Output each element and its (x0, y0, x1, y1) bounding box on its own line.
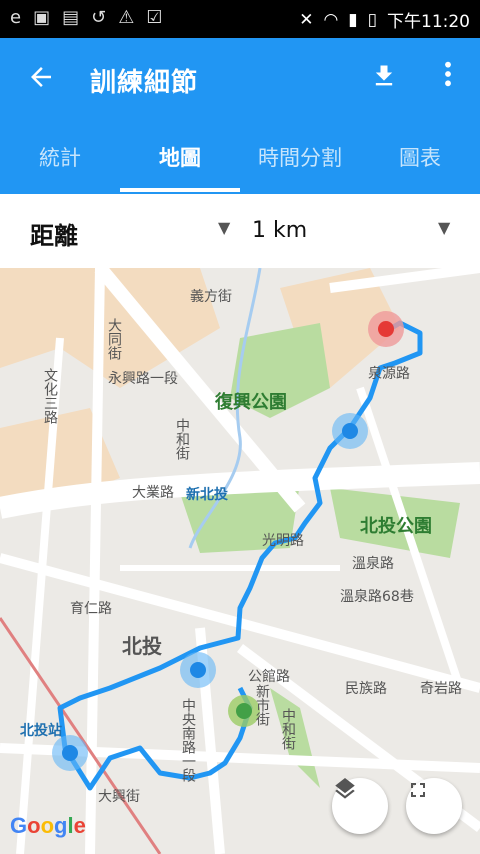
tab-splits[interactable]: 時間分割 (240, 136, 360, 194)
station-label: 新北投 (186, 487, 228, 503)
chevron-down-icon[interactable]: ▼ (438, 218, 450, 237)
mute-icon: ✕ (299, 9, 314, 30)
browser-icon: e (10, 7, 22, 28)
page-title: 訓練細節 (90, 68, 199, 98)
street-label: 永興路一段 (108, 371, 178, 387)
check-icon: ☑ (146, 7, 163, 28)
fullscreen-icon[interactable] (406, 778, 462, 834)
park-label: 復興公園 (215, 392, 287, 413)
street-label: 新市街 (254, 684, 270, 726)
filter-row: 距離 ▼ 1 km ▼ (0, 194, 480, 269)
street-label: 民族路 (345, 681, 387, 697)
clock: 下午11:20 (387, 12, 470, 32)
metric-select[interactable]: 距離 (30, 216, 78, 251)
station-label: 北投站 (20, 723, 62, 739)
signal-icon: ▮ (348, 9, 358, 30)
street-label: 溫泉路 (352, 556, 394, 572)
back-arrow-icon[interactable] (26, 62, 56, 99)
tab-charts[interactable]: 圖表 (360, 136, 480, 194)
map-view[interactable]: 義方街 大同街 文化三路 永興路一段 復興公園 中和街 大業路 新北投 泉源路 … (0, 268, 480, 854)
street-label: 大興街 (98, 789, 140, 805)
battery-icon: ▯ (367, 9, 377, 30)
download-icon[interactable] (370, 62, 398, 97)
wifi-icon: ◠ (323, 9, 339, 30)
google-logo: Google (10, 813, 86, 838)
sync-icon: ↺ (91, 7, 107, 28)
street-label: 泉源路 (368, 366, 410, 382)
chevron-down-icon[interactable]: ▼ (218, 218, 230, 237)
map-canvas (0, 268, 480, 854)
street-label: 中和街 (280, 708, 296, 750)
street-label: 中央南路一段 (180, 698, 196, 782)
district-label: 北投 (122, 634, 162, 658)
street-label: 大同街 (106, 318, 122, 360)
more-vert-icon[interactable] (438, 60, 458, 93)
tab-stats[interactable]: 統計 (0, 136, 120, 194)
street-label: 義方街 (190, 289, 232, 305)
tab-bar: 統計 地圖 時間分割 圖表 (0, 136, 480, 194)
park-label: 北投公園 (360, 516, 432, 537)
street-label: 大業路 (132, 485, 174, 501)
briefcase-icon: ▣ (33, 7, 51, 28)
street-label: 公館路 (248, 669, 290, 685)
street-label: 溫泉路68巷 (340, 589, 414, 605)
street-label: 奇岩路 (420, 681, 462, 697)
warning-icon: ⚠ (118, 7, 135, 28)
status-bar: e ▣ ▤ ↺ ⚠ ☑ ✕ ◠ ▮ ▯ 下午11:20 (0, 0, 480, 38)
layers-icon[interactable] (332, 778, 388, 834)
notification-icons: e ▣ ▤ ↺ ⚠ ☑ (10, 7, 162, 28)
image-icon: ▤ (62, 7, 80, 28)
street-label: 文化三路 (42, 368, 58, 424)
system-icons: ✕ ◠ ▮ ▯ 下午11:20 (299, 7, 470, 33)
tab-map[interactable]: 地圖 (120, 136, 240, 194)
street-label: 光明路 (262, 533, 304, 549)
app-bar: 訓練細節 統計 地圖 時間分割 圖表 (0, 38, 480, 194)
street-label: 中和街 (174, 418, 190, 460)
street-label: 育仁路 (70, 601, 112, 617)
interval-select[interactable]: 1 km (252, 218, 307, 243)
